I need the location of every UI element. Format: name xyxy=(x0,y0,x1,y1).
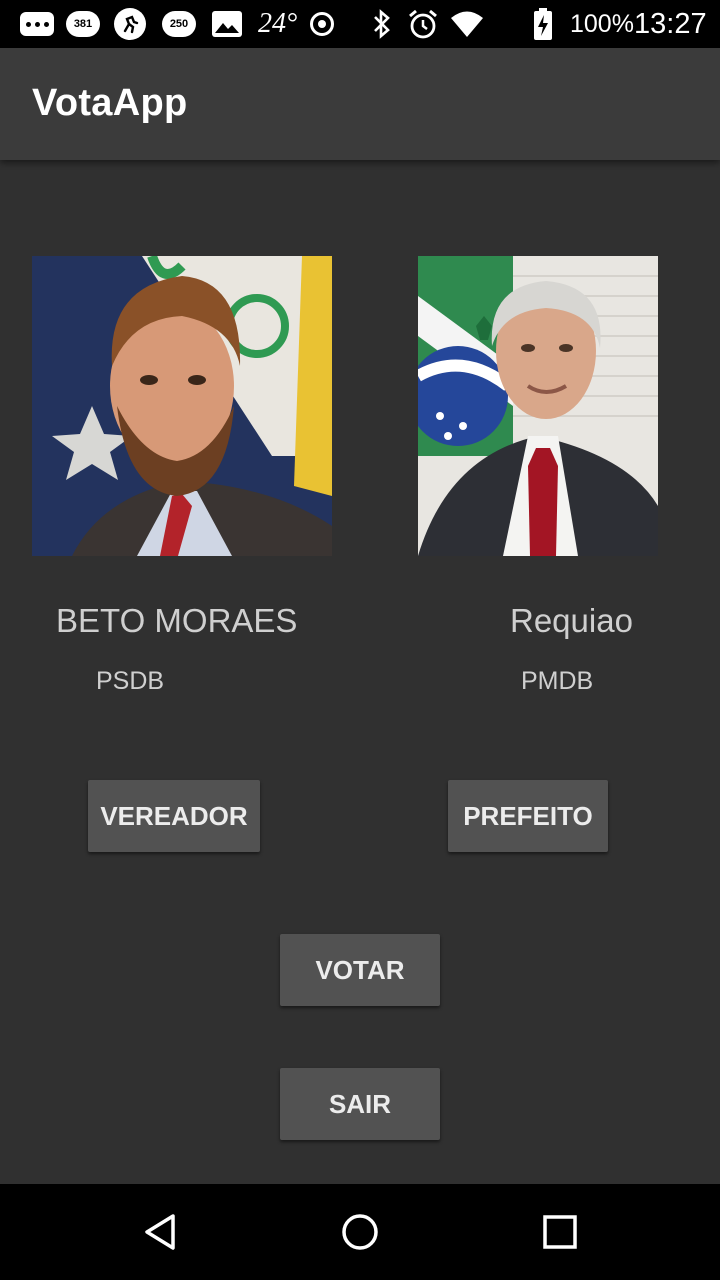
mail-count-icon: 250 xyxy=(162,8,196,40)
candidate-party: PMDB xyxy=(521,667,594,695)
candidate-name: BETO MORAES xyxy=(56,602,298,639)
alarm-icon xyxy=(406,8,440,40)
battery-percent-text: 100% xyxy=(570,10,634,38)
navigation-bar xyxy=(0,1184,720,1280)
notification-badge: 250 xyxy=(162,11,196,37)
candidate-photo-beto-moraes xyxy=(32,256,332,556)
status-bar: 381 250 24° 100% 13:27 xyxy=(0,0,720,48)
chat-dots-icon xyxy=(20,8,54,40)
exit-button[interactable]: SAIR xyxy=(280,1068,440,1140)
home-icon[interactable] xyxy=(332,1204,388,1260)
wifi-icon xyxy=(450,8,484,40)
candidate-name: Requiao xyxy=(510,602,633,639)
temperature-text: 24° xyxy=(258,8,298,39)
candidate-photo-requiao xyxy=(418,256,658,556)
notification-badge: 381 xyxy=(66,11,100,37)
app-title: VotaApp xyxy=(32,82,188,124)
candidate-party: PSDB xyxy=(96,667,165,695)
mail-count-icon: 381 xyxy=(66,8,100,40)
app-bar: VotaApp xyxy=(0,48,720,160)
recents-icon[interactable] xyxy=(532,1204,588,1260)
activity-icon xyxy=(114,8,146,40)
record-icon xyxy=(310,8,334,40)
vote-button[interactable]: VOTAR xyxy=(280,934,440,1006)
vereador-button[interactable]: VEREADOR xyxy=(88,780,260,852)
image-icon xyxy=(212,8,242,40)
prefeito-button[interactable]: PREFEITO xyxy=(448,780,608,852)
bluetooth-icon xyxy=(370,8,394,40)
clock-text: 13:27 xyxy=(634,8,707,40)
back-icon[interactable] xyxy=(132,1204,188,1260)
battery-icon xyxy=(532,8,554,40)
